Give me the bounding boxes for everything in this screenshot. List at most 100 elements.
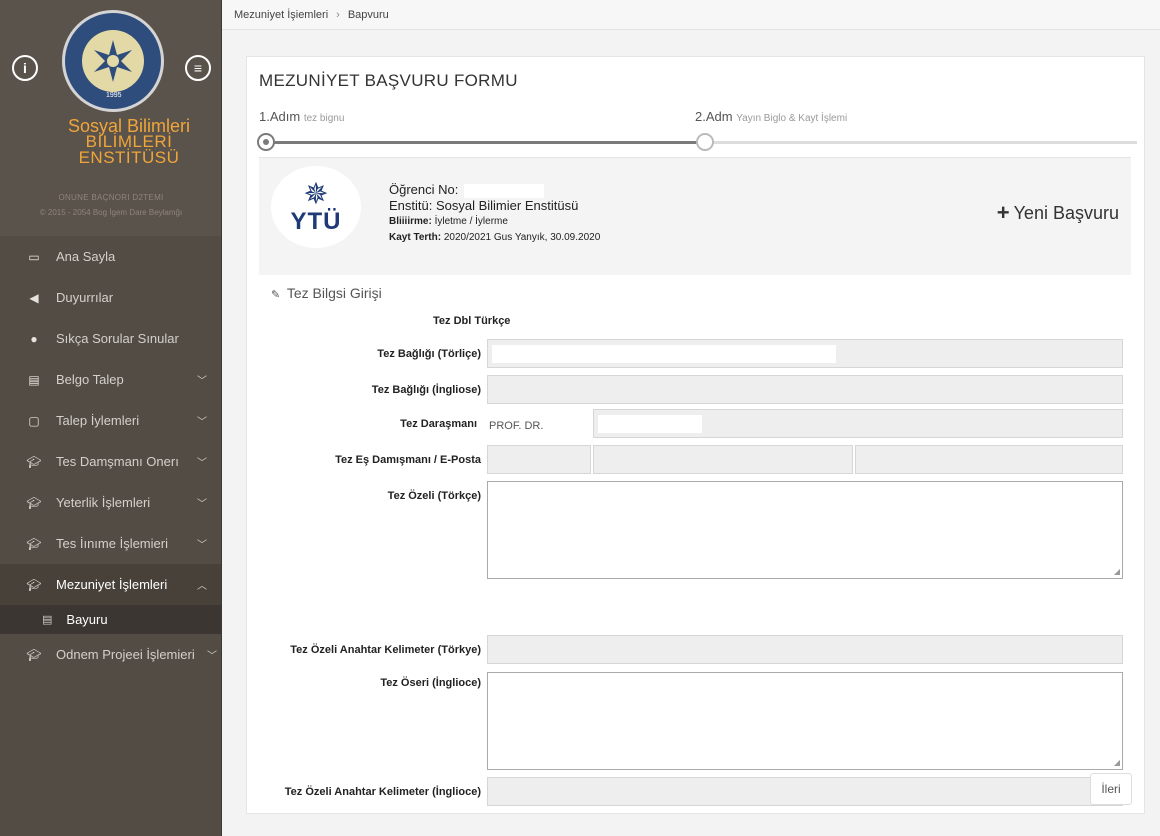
document-icon: ▤ [28, 372, 40, 387]
co-advisor-title-input[interactable] [487, 445, 591, 474]
language-header: Tez Dbl Türkçe [433, 315, 511, 327]
info-icon[interactable]: i [12, 55, 38, 81]
pencil-icon: ✎ [271, 289, 281, 301]
brand-line3: ENSTİTÜSÜ [78, 148, 180, 167]
chevron-down-icon: ﹀ [197, 499, 207, 510]
abstract-en-textarea[interactable]: ◢ [487, 672, 1123, 770]
graduation-cap-icon: 🎓︎ [26, 536, 42, 551]
sidebar: i 1995 ≡ Sosyal Bilimleri BİLİMLERİ ENST… [0, 0, 222, 836]
institute-name: Sosyal Bilimleri BİLİMLERİ ENSTİTÜSÜ [46, 117, 212, 167]
advisor-label: Tez Daraşmanı [400, 418, 477, 430]
resize-handle-icon[interactable]: ◢ [1114, 567, 1120, 576]
chevron-down-icon: ﹀ [197, 417, 207, 428]
sidebar-subitem-application[interactable]: ▤ Bayuru [0, 605, 221, 634]
step2-desc: Yayın Biglo & Kayt İşlemi [736, 113, 848, 124]
new-application-button[interactable]: + Yeni Başvuru [997, 200, 1119, 226]
graduation-cap-icon: 🎓︎ [26, 495, 42, 510]
logo-emblem [82, 30, 144, 92]
logo-year: 1995 [103, 92, 125, 99]
department-value: İyletme / İylerme [434, 216, 508, 227]
sidebar-item-label: Tes Damşmanı Onerı [56, 454, 179, 469]
keywords-en-input[interactable] [487, 777, 1123, 806]
sidebar-item-label: Mezuniyet İşlemleri [56, 577, 168, 592]
abstract-en-label: Tez Öseri (İnglioce) [380, 677, 481, 689]
department-label: Bliiiirme: [389, 216, 432, 227]
abstract-tr-textarea[interactable]: ◢ [487, 481, 1123, 579]
breadcrumb-item[interactable]: Mezuniyet İşiemleri [234, 9, 328, 21]
student-info: Öğrenci No: Enstitü: Sosyal Bilimier Ens… [389, 182, 600, 246]
registration-label: Kayt Terth: [389, 232, 442, 243]
document-icon: ▤ [42, 614, 53, 626]
advisor-input[interactable] [593, 409, 1123, 438]
graduation-cap-icon: 🎓︎ [26, 647, 42, 662]
university-logo: ✵ YTÜ [271, 166, 361, 248]
step2-label: 2.Adm Yayın Biglo & Kayt İşlemi [695, 109, 847, 124]
sidebar-item-announcements[interactable]: ◀ Duyurrılar [0, 277, 221, 318]
resize-handle-icon[interactable]: ◢ [1114, 758, 1120, 767]
next-button[interactable]: İleri [1090, 773, 1132, 805]
monitor-icon: ▭ [28, 249, 40, 264]
keywords-tr-label: Tez Özeli Anahtar Kelimeter (Törkye) [290, 644, 481, 656]
chevron-down-icon: ﹀ [197, 458, 207, 469]
advisor-title: PROF. DR. [489, 420, 544, 432]
sidebar-item-graduation[interactable]: 🎓︎ Mezuniyet İşlemleri ︿ [0, 564, 221, 605]
question-icon: ● [30, 331, 38, 346]
application-form-panel: MEZUNİYET BAŞVURU FORMU 1.Adım tez bignu… [246, 56, 1145, 814]
redacted-value [492, 345, 836, 363]
brand-area: i 1995 ≡ Sosyal Bilimleri BİLİMLERİ ENST… [0, 0, 221, 236]
institute-line: Enstitü: Sosyal Bilimier Enstitüsü [389, 198, 579, 213]
page-title: MEZUNİYET BAŞVURU FORMU [259, 71, 518, 90]
star-icon: ✵ [303, 178, 329, 211]
student-info-box: ✵ YTÜ Öğrenci No: Enstitü: Sosyal Bilimi… [259, 157, 1131, 275]
section-title-text: Tez Bilgsi Girişi [286, 285, 382, 301]
student-no-redacted [464, 183, 545, 198]
sidebar-item-project[interactable]: 🎓︎ Odnem Projeei İşlemieri ﹀ [0, 634, 221, 675]
sidebar-menu: ▭ Ana Sayla ◀ Duyurrılar ● Sıkça Sorular… [0, 236, 221, 675]
chevron-right-icon: › [336, 8, 340, 21]
plus-icon: + [996, 200, 1010, 225]
sidebar-item-label: Odnem Projeei İşlemieri [56, 647, 195, 662]
chevron-up-icon: ︿ [197, 581, 207, 592]
graduation-cap-icon: 🎓︎ [26, 454, 42, 469]
step1-dot[interactable] [257, 133, 275, 151]
sidebar-item-qualification[interactable]: 🎓︎ Yeterlik İşlemleri ﹀ [0, 482, 221, 523]
sidebar-item-label: Belgo Talep [56, 372, 124, 387]
menu-toggle-icon[interactable]: ≡ [185, 55, 211, 81]
sidebar-item-thesis-monitoring[interactable]: 🎓︎ Tes İınıme İşlemieri ﹀ [0, 523, 221, 564]
co-advisor-label: Tez Eş Damışmanı / E-Posta [335, 454, 481, 466]
sidebar-item-advisor-proposal[interactable]: 🎓︎ Tes Damşmanı Onerı ﹀ [0, 441, 221, 482]
brand-subtitle: ONUNE BAÇNORI D2TEMI [58, 193, 164, 202]
sidebar-item-request-operations[interactable]: ▢ Talep İylemleri ﹀ [0, 400, 221, 441]
step2-dot[interactable] [696, 133, 714, 151]
co-advisor-email-input[interactable] [855, 445, 1123, 474]
brand-copyright: © 2015 - 2054 Bog İgem Dare Beylamğı [39, 208, 183, 217]
keywords-en-label: Tez Özeli Anahtar Kelimeter (İnglioce) [284, 786, 481, 798]
abstract-tr-label: Tez Özeli (Törkçe) [387, 490, 481, 502]
registration-value: 2020/2021 Gus Yanyık, 30.09.2020 [443, 232, 601, 243]
title-tr-input[interactable] [487, 339, 1123, 368]
chevron-down-icon: ﹀ [197, 540, 207, 551]
keywords-tr-input[interactable] [487, 635, 1123, 664]
step2-title: 2.Adm [695, 109, 733, 124]
stepper-progress [265, 141, 705, 144]
sidebar-item-label: Tes İınıme İşlemieri [56, 536, 168, 551]
sidebar-item-home[interactable]: ▭ Ana Sayla [0, 236, 221, 277]
title-en-label: Tez Bağlığı (İngliose) [371, 384, 481, 396]
sidebar-item-faq[interactable]: ● Sıkça Sorular Sınular [0, 318, 221, 359]
step1-label: 1.Adım tez bignu [259, 109, 344, 124]
chevron-down-icon: ﹀ [207, 651, 217, 662]
co-advisor-name-input[interactable] [593, 445, 853, 474]
step1-desc: tez bignu [303, 113, 345, 124]
breadcrumb: Mezuniyet İşiemleri › Bapvuru [222, 0, 1160, 30]
section-title: ✎ Tez Bilgsi Girişi [259, 285, 1131, 307]
university-logo-text: YTÜ [290, 208, 342, 235]
sidebar-subitem-label: Bayuru [66, 612, 108, 627]
sidebar-item-label: Yeterlik İşlemleri [56, 495, 151, 510]
title-en-input[interactable] [487, 375, 1123, 404]
institute-logo: 1995 [62, 10, 164, 112]
sidebar-item-document-request[interactable]: ▤ Belgo Talep ﹀ [0, 359, 221, 400]
step1-title: 1.Adım [259, 109, 301, 124]
sidebar-item-label: Duyurrılar [56, 290, 114, 305]
chevron-down-icon: ﹀ [197, 376, 207, 387]
title-tr-label: Tez Bağlığı (Törliçe) [377, 348, 481, 360]
